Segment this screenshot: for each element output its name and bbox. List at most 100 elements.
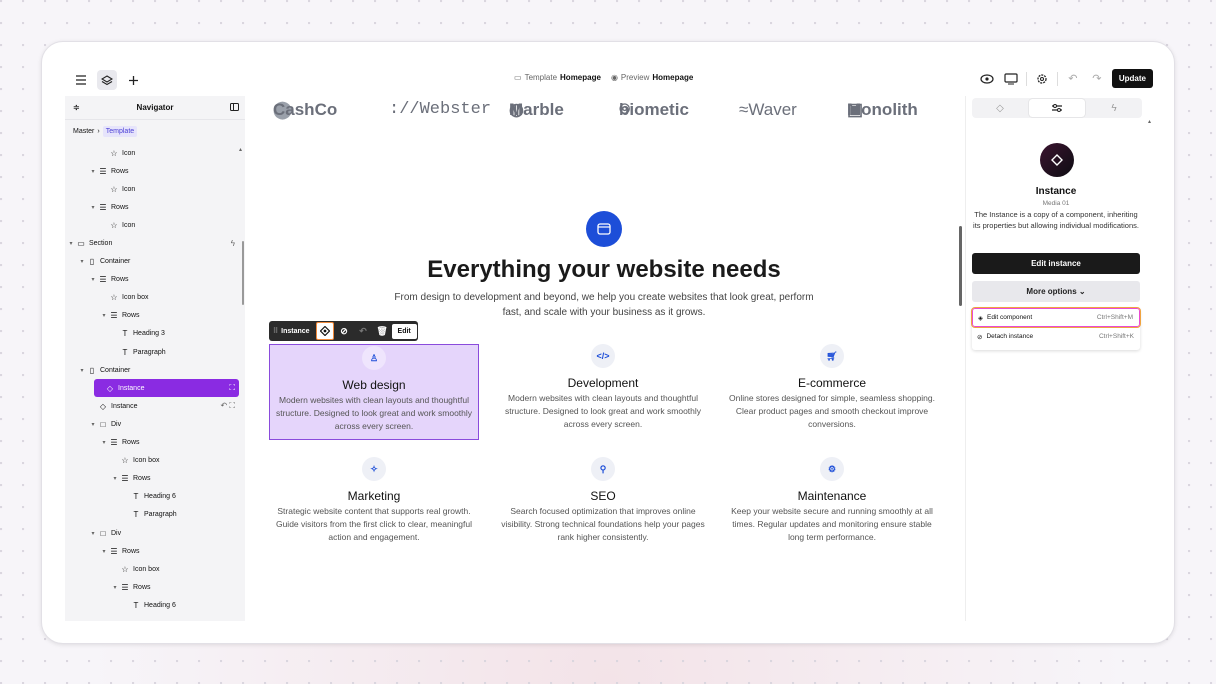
caret-icon[interactable]: ▾ (89, 168, 97, 175)
layer-row[interactable]: ◇ Instance ↶ ⛶ (65, 397, 245, 415)
layer-type-icon: ☰ (121, 582, 129, 592)
layer-row[interactable]: ☆ Icon (65, 144, 245, 162)
detach-instance-item[interactable]: ⊘ Detach instance Ctrl+Shift+K (972, 327, 1140, 346)
sparkle-icon: ✧ (362, 457, 386, 481)
more-options-button[interactable]: More options ⌄ (972, 281, 1140, 302)
layer-row[interactable]: ☆ Icon (65, 216, 245, 234)
layer-row[interactable]: ▾ ☰ Rows (65, 307, 245, 325)
component-icon[interactable] (315, 322, 334, 340)
caret-icon[interactable]: ▾ (89, 421, 97, 428)
template-indicator[interactable]: ▭ Template Homepage (514, 73, 601, 82)
layer-action-icon[interactable]: ⛶ (229, 383, 235, 393)
layer-row[interactable]: ☆ Icon box (65, 560, 245, 578)
breadcrumb-template[interactable]: Template (102, 125, 138, 137)
layer-row[interactable]: ▾ ☰ Rows (65, 162, 245, 180)
layer-row[interactable]: ▾ ☰ Rows (65, 434, 245, 452)
service-card[interactable]: ⚲ SEO Search focused optimization that imp… (498, 457, 708, 544)
layer-row[interactable]: ◇ Instance ⛶ (94, 379, 239, 398)
edit-button[interactable]: Edit (391, 323, 417, 339)
layer-type-icon: ▯ (89, 257, 95, 267)
breadcrumb-master[interactable]: Master (73, 128, 94, 135)
instance-label[interactable]: ⠿ Instance (269, 327, 315, 336)
desktop-icon[interactable] (1002, 70, 1020, 88)
layer-row[interactable]: ☆ Icon (65, 180, 245, 198)
gear-icon: ⚙ (820, 457, 844, 481)
caret-icon[interactable]: ▾ (89, 204, 97, 211)
tab-interactions[interactable]: ϟ (1086, 98, 1142, 118)
update-button[interactable]: Update (1111, 69, 1153, 88)
tab-style[interactable]: ◇ (972, 98, 1028, 118)
detach-icon[interactable]: ⊘ (335, 321, 354, 341)
canvas-scrollbar[interactable] (959, 226, 962, 306)
reset-icon[interactable]: ↶ (354, 321, 373, 341)
caret-icon[interactable]: ▾ (78, 258, 86, 265)
layer-row[interactable]: ▾ ☰ Rows (65, 578, 245, 596)
section-heading: Everything your website needs (427, 256, 781, 283)
tab-settings[interactable] (1029, 99, 1085, 117)
layer-type-icon: T (133, 510, 139, 520)
caret-icon[interactable]: ▾ (89, 276, 97, 283)
preview-link[interactable]: ◉ Preview Homepage (611, 73, 693, 82)
service-card[interactable]: </> Development Modern websites with clean… (498, 344, 708, 431)
drag-handle-icon[interactable]: ⠿ (273, 327, 278, 335)
trash-icon[interactable]: 🗑︎ (373, 321, 392, 341)
layer-row[interactable]: ▾ □ Div (65, 524, 245, 542)
layer-type-icon: ☆ (121, 456, 129, 466)
layer-row[interactable]: ▾ ▯ Container (65, 253, 245, 271)
caret-icon[interactable]: ▾ (67, 240, 75, 247)
caret-icon[interactable]: ▾ (100, 439, 108, 446)
caret-icon[interactable]: ▾ (100, 312, 108, 319)
layer-row[interactable]: ▾ □ Div (65, 415, 245, 433)
caret-icon[interactable]: ▾ (89, 530, 97, 537)
layer-row[interactable]: ▾ ☰ Rows (65, 470, 245, 488)
layer-type-icon: □ (100, 528, 106, 538)
caret-icon[interactable]: ▾ (111, 475, 119, 482)
layer-row[interactable]: T Heading 6 (65, 488, 245, 506)
layer-action-icon[interactable]: ↶ ⛶ (220, 401, 235, 411)
layer-row[interactable]: ☆ Icon box (65, 452, 245, 470)
menu-shortcut: Ctrl+Shift+K (1098, 333, 1134, 340)
layer-row[interactable]: ▾ ▭ Section ϟ (65, 234, 245, 252)
caret-icon[interactable]: ▾ (100, 548, 108, 555)
layer-label: Icon (122, 185, 136, 193)
collapse-icon[interactable]: ≑ (73, 103, 80, 112)
card-text: Online stores designed for simple, seaml… (729, 393, 935, 429)
settings-icon[interactable] (1033, 70, 1051, 88)
divider (1025, 71, 1027, 86)
logo-webster: ://Webster (389, 100, 492, 119)
preview-eye-icon[interactable] (978, 70, 996, 88)
layer-row[interactable]: T Paragraph (65, 506, 245, 524)
scroll-up-icon[interactable]: ▴ (239, 146, 242, 153)
layer-label: Rows (111, 203, 129, 211)
more-options-menu: ◈ Edit component Ctrl+Shift+M ⊘ Detach inst… (971, 307, 1141, 350)
edit-instance-button[interactable]: Edit instance (972, 253, 1140, 274)
layer-row[interactable]: ▾ ☰ Rows (65, 198, 245, 216)
menu-icon[interactable] (71, 70, 91, 90)
logo-text: biometic (619, 100, 689, 119)
edit-component-item[interactable]: ◈ Edit component Ctrl+Shift+M (971, 307, 1141, 328)
caret-icon[interactable]: ▾ (78, 367, 86, 374)
layer-action-icon[interactable]: ϟ (231, 239, 235, 248)
layers-icon[interactable] (97, 70, 117, 90)
panel-scroll-indicator[interactable]: ▴ (1148, 118, 1151, 125)
caret-icon[interactable]: ▾ (111, 584, 119, 591)
service-card[interactable]: ✧ Marketing Strategic website content that… (269, 457, 479, 544)
redo-icon[interactable]: ↷ (1088, 70, 1106, 88)
layer-row[interactable]: T Heading 3 (65, 325, 245, 343)
service-card[interactable]: 🛒︎ E-commerce Online stores designed for s… (727, 344, 937, 431)
layer-row[interactable]: ▾ ☰ Rows (65, 542, 245, 560)
layer-type-icon: ☰ (99, 275, 107, 285)
undo-icon[interactable]: ↶ (1064, 70, 1082, 88)
design-canvas[interactable]: ⬤ CashCo ://Webster ◍ Marble ◎ biometic ≈… (251, 96, 961, 621)
layer-row[interactable]: ▾ ☰ Rows (65, 271, 245, 289)
sidebar-toggle-icon[interactable] (230, 103, 239, 113)
layer-row[interactable]: ▾ ▯ Container (65, 361, 245, 379)
navigator-scrollbar[interactable] (242, 241, 244, 305)
add-icon[interactable] (123, 70, 143, 90)
layer-row[interactable]: ☆ Icon box (65, 289, 245, 307)
layer-type-icon: ☰ (110, 311, 118, 321)
service-card[interactable]: ♙ Web design Modern websites with clean la… (269, 344, 479, 440)
layer-row[interactable]: T Paragraph (65, 343, 245, 361)
service-card[interactable]: ⚙ Maintenance Keep your website secure and… (727, 457, 937, 544)
layer-row[interactable]: T Heading 6 (65, 596, 245, 614)
